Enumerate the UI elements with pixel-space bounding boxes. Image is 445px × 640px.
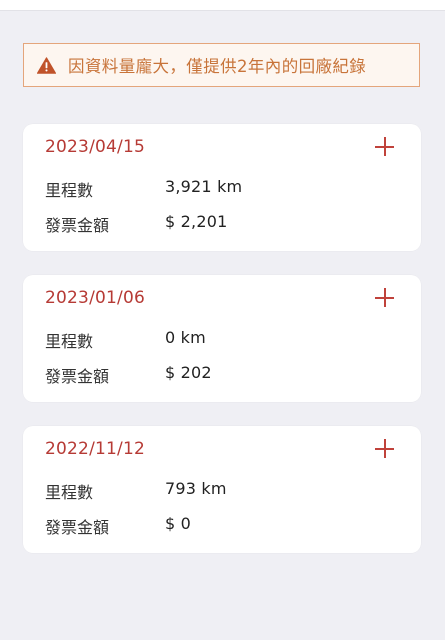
invoice-row: 發票金額 $ 202 xyxy=(45,363,212,387)
invoice-label: 發票金額 xyxy=(45,367,110,386)
add-plus-icon[interactable] xyxy=(375,439,394,458)
mileage-value: 3,921 km xyxy=(165,177,243,196)
record-card: 2023/01/06 里程數 0 km 發票金額 $ 202 xyxy=(23,275,421,402)
notice-banner: 因資料量龐大，僅提供2年內的回廠紀錄 xyxy=(23,43,420,87)
mileage-value: 793 km xyxy=(165,479,227,498)
mileage-value: 0 km xyxy=(165,328,206,347)
record-date: 2023/01/06 xyxy=(45,288,145,308)
mileage-label: 里程數 xyxy=(45,181,94,200)
record-card: 2023/04/15 里程數 3,921 km 發票金額 $ 2,201 xyxy=(23,124,421,251)
invoice-value: $ 202 xyxy=(165,363,212,382)
add-plus-icon[interactable] xyxy=(375,288,394,307)
mileage-label: 里程數 xyxy=(45,483,94,502)
top-bar xyxy=(0,0,445,11)
record-card: 2022/11/12 里程數 793 km 發票金額 $ 0 xyxy=(23,426,421,553)
warning-triangle-icon xyxy=(36,56,57,74)
mileage-row: 里程數 0 km xyxy=(45,328,206,352)
invoice-label: 發票金額 xyxy=(45,216,110,235)
add-plus-icon[interactable] xyxy=(375,137,394,156)
notice-text: 因資料量龐大，僅提供2年內的回廠紀錄 xyxy=(68,57,367,76)
invoice-row: 發票金額 $ 0 xyxy=(45,514,191,538)
mileage-label: 里程數 xyxy=(45,332,94,351)
invoice-value: $ 0 xyxy=(165,514,192,533)
record-date: 2023/04/15 xyxy=(45,137,145,157)
invoice-value: $ 2,201 xyxy=(165,212,228,231)
record-date: 2022/11/12 xyxy=(45,439,145,459)
invoice-label: 發票金額 xyxy=(45,518,110,537)
mileage-row: 里程數 793 km xyxy=(45,479,227,503)
mileage-row: 里程數 3,921 km xyxy=(45,177,242,201)
record-list: 2023/04/15 里程數 3,921 km 發票金額 $ 2,201 202… xyxy=(23,124,421,577)
invoice-row: 發票金額 $ 2,201 xyxy=(45,212,227,236)
